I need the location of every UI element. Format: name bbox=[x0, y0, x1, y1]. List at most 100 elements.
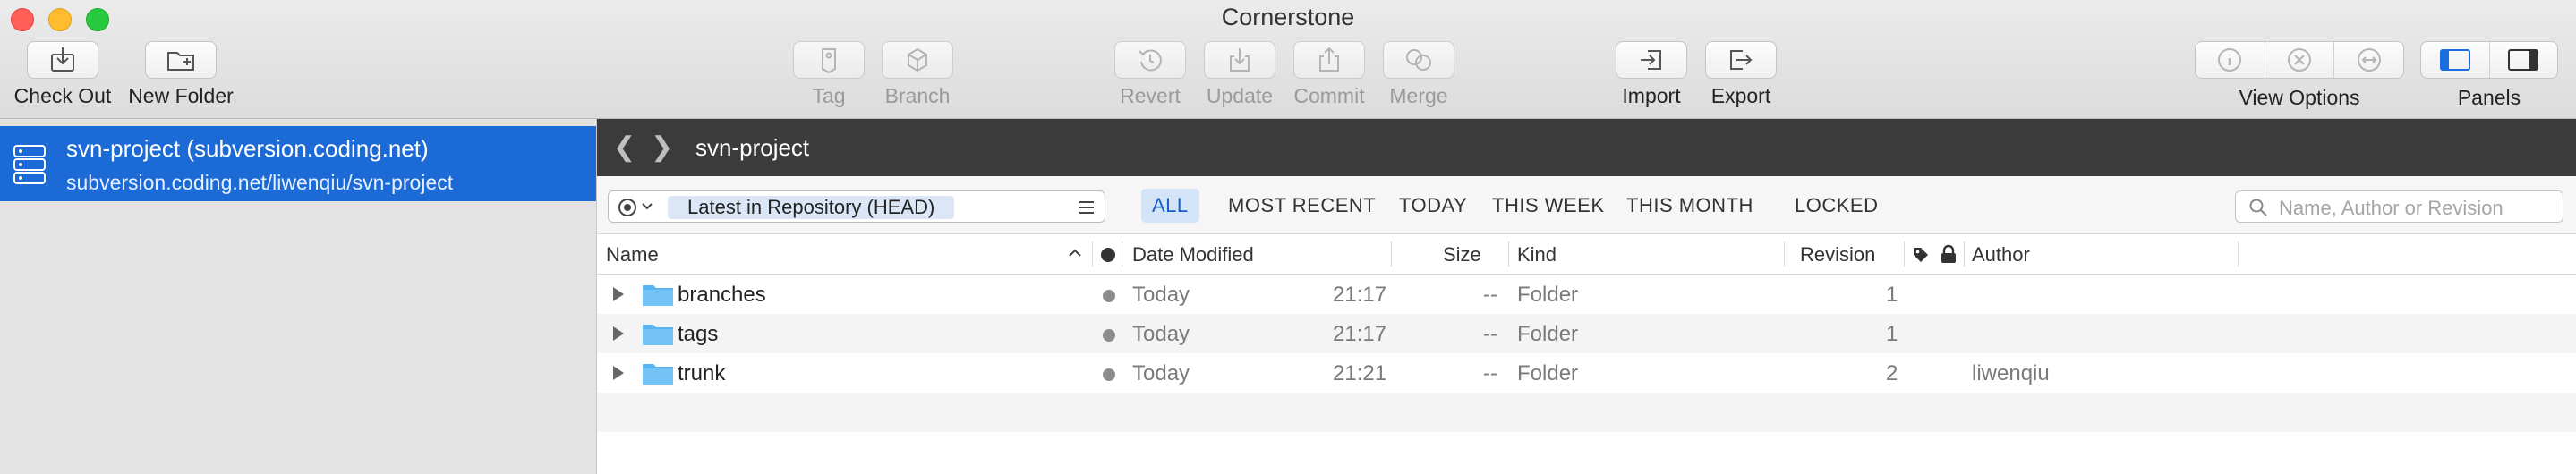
status-dot-icon bbox=[1103, 329, 1115, 342]
import-icon bbox=[1641, 50, 1661, 70]
file-size: -- bbox=[1483, 322, 1497, 346]
column-revision[interactable]: Revision bbox=[1800, 243, 1875, 267]
new-folder-button[interactable]: New Folder bbox=[127, 41, 235, 108]
panel-right-toggle[interactable] bbox=[2488, 42, 2558, 78]
new-folder-icon bbox=[167, 52, 194, 71]
chevron-down-icon bbox=[642, 203, 653, 210]
view-options-control[interactable] bbox=[2195, 41, 2404, 79]
search-placeholder: Name, Author or Revision bbox=[2279, 197, 2503, 219]
column-author[interactable]: Author bbox=[1972, 243, 2030, 267]
filter-all[interactable]: ALL bbox=[1141, 189, 1199, 223]
list-menu-icon[interactable] bbox=[1078, 199, 1096, 216]
left-panel-icon bbox=[2439, 49, 2470, 71]
folder-icon bbox=[643, 285, 673, 306]
forward-arrow-icon[interactable]: ❯ bbox=[651, 131, 673, 163]
table-row[interactable]: trunk Today 21:21 -- Folder 2 liwenqiu bbox=[597, 353, 2576, 393]
file-size: -- bbox=[1483, 283, 1497, 307]
status-column-icon[interactable] bbox=[1101, 248, 1115, 262]
date-modified: Today bbox=[1132, 361, 1190, 385]
disclosure-triangle-icon[interactable] bbox=[613, 326, 624, 341]
table-row[interactable]: branches Today 21:17 -- Folder 1 bbox=[597, 275, 2576, 314]
repository-server-icon bbox=[13, 145, 46, 184]
toolbar: Cornerstone Check Out New Folder Tag Bra… bbox=[0, 0, 2576, 119]
status-dot-icon bbox=[1103, 290, 1115, 302]
filter-this-month[interactable]: THIS MONTH bbox=[1626, 194, 1753, 217]
date-modified: Today bbox=[1132, 283, 1190, 307]
search-field[interactable]: Name, Author or Revision bbox=[2235, 190, 2563, 223]
file-name: tags bbox=[678, 322, 719, 346]
column-size[interactable]: Size bbox=[1443, 243, 1481, 267]
check-out-icon bbox=[51, 47, 74, 72]
path-bar: ❮ ❯ svn-project bbox=[597, 119, 2576, 176]
filter-most-recent[interactable]: MOST RECENT bbox=[1228, 194, 1376, 217]
column-date-modified[interactable]: Date Modified bbox=[1132, 243, 1254, 267]
branch-label: Branch bbox=[884, 84, 951, 107]
tag-icon bbox=[822, 48, 836, 74]
merge-button[interactable]: Merge bbox=[1365, 41, 1472, 108]
commit-icon bbox=[1319, 47, 1339, 72]
sidebar-item-repository[interactable]: svn-project (subversion.coding.net) subv… bbox=[0, 126, 596, 201]
filter-bar: Latest in Repository (HEAD) ALL MOST REC… bbox=[597, 176, 2576, 234]
info-icon bbox=[2218, 48, 2242, 72]
revert-icon bbox=[1139, 49, 1162, 72]
update-icon bbox=[1230, 48, 1250, 72]
file-kind: Folder bbox=[1517, 283, 1579, 307]
disclosure-triangle-icon[interactable] bbox=[613, 366, 624, 380]
tag-column-icon[interactable] bbox=[1911, 245, 1931, 265]
merge-icon bbox=[1406, 49, 1431, 71]
file-kind: Folder bbox=[1517, 322, 1579, 346]
export-label: Export bbox=[1710, 84, 1771, 107]
view-option-compare-button[interactable] bbox=[2333, 42, 2403, 78]
time-modified: 21:17 bbox=[1333, 322, 1387, 346]
export-icon bbox=[1730, 50, 1753, 70]
folder-icon bbox=[643, 364, 673, 385]
disclosure-triangle-icon[interactable] bbox=[613, 287, 624, 301]
filter-this-week[interactable]: THIS WEEK bbox=[1492, 194, 1605, 217]
current-path-title: svn-project bbox=[695, 134, 810, 161]
repository-name: svn-project (subversion.coding.net) bbox=[66, 135, 429, 162]
right-panel-icon bbox=[2508, 49, 2539, 71]
date-modified: Today bbox=[1132, 322, 1190, 346]
file-kind: Folder bbox=[1517, 361, 1579, 385]
file-table: Name Date Modified Size Kind Revision Au… bbox=[597, 234, 2576, 474]
file-name: branches bbox=[678, 283, 766, 307]
file-revision: 2 bbox=[1886, 361, 1898, 385]
branch-icon bbox=[908, 47, 927, 72]
revision-selector[interactable]: Latest in Repository (HEAD) bbox=[608, 190, 1105, 223]
column-kind[interactable]: Kind bbox=[1517, 243, 1557, 267]
file-revision: 1 bbox=[1886, 283, 1898, 307]
view-options-label: View Options bbox=[2239, 86, 2360, 109]
view-option-close-button[interactable] bbox=[2264, 42, 2334, 78]
view-option-info-button[interactable] bbox=[2196, 42, 2265, 78]
table-header: Name Date Modified Size Kind Revision Au… bbox=[597, 234, 2576, 275]
merge-label: Merge bbox=[1389, 84, 1448, 107]
time-modified: 21:21 bbox=[1333, 361, 1387, 385]
back-arrow-icon[interactable]: ❮ bbox=[613, 131, 635, 163]
table-row[interactable]: tags Today 21:17 -- Folder 1 bbox=[597, 314, 2576, 353]
target-icon bbox=[618, 199, 636, 216]
check-out-button[interactable]: Check Out bbox=[9, 41, 116, 108]
window-title: Cornerstone bbox=[1221, 4, 1355, 30]
table-row-empty bbox=[597, 393, 2576, 432]
filter-locked[interactable]: LOCKED bbox=[1795, 194, 1878, 217]
panels-control[interactable] bbox=[2420, 41, 2558, 79]
folder-icon bbox=[643, 325, 673, 345]
panels-label: Panels bbox=[2457, 86, 2521, 109]
file-name: trunk bbox=[678, 361, 726, 385]
search-icon bbox=[2249, 199, 2267, 216]
panel-left-toggle[interactable] bbox=[2421, 42, 2489, 78]
column-name[interactable]: Name bbox=[606, 243, 659, 267]
time-modified: 21:17 bbox=[1333, 283, 1387, 307]
repository-url: subversion.coding.net/liwenqiu/svn-proje… bbox=[66, 171, 454, 194]
compare-arrows-icon bbox=[2357, 48, 2381, 72]
close-circle-icon bbox=[2288, 48, 2311, 72]
branch-button[interactable]: Branch bbox=[864, 41, 971, 108]
status-dot-icon bbox=[1103, 368, 1115, 381]
export-button[interactable]: Export bbox=[1687, 41, 1795, 108]
sort-ascending-icon[interactable] bbox=[1068, 247, 1082, 259]
lock-column-icon[interactable] bbox=[1940, 244, 1958, 264]
check-out-label: Check Out bbox=[13, 84, 112, 107]
file-author: liwenqiu bbox=[1972, 361, 2050, 385]
filter-today[interactable]: TODAY bbox=[1399, 194, 1467, 217]
file-revision: 1 bbox=[1886, 322, 1898, 346]
